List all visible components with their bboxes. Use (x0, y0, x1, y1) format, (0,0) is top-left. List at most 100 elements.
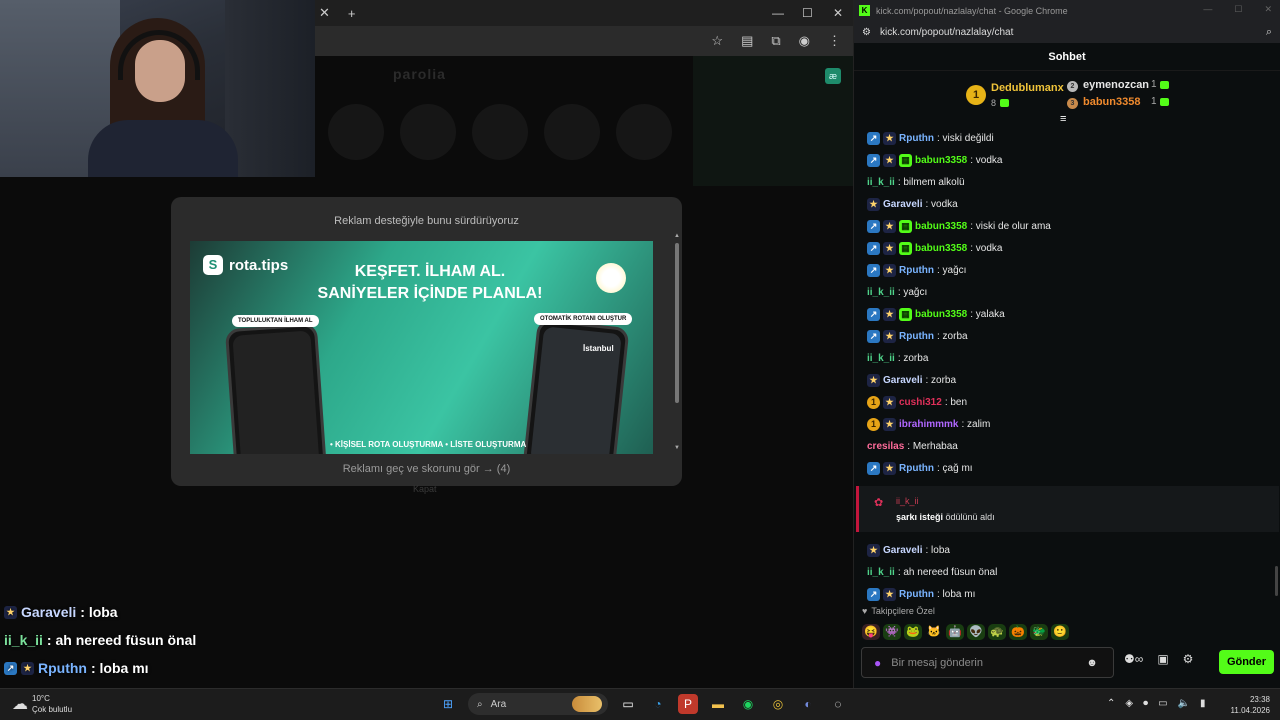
scroll-down-icon[interactable]: ▼ (674, 445, 680, 451)
chat-username[interactable]: babun3358 (915, 243, 967, 254)
emote-icon[interactable]: 🙂 (1051, 624, 1069, 640)
close-window-icon[interactable]: ✕ (833, 6, 843, 20)
chat-username[interactable]: ii_k_ii (4, 632, 43, 648)
message-input[interactable] (891, 656, 1077, 669)
tray-chevron-icon[interactable]: ⌃ (1107, 698, 1115, 709)
gift-box-icon[interactable]: ▣ (1157, 652, 1168, 666)
message-composer[interactable]: ● ☻ (861, 647, 1114, 678)
chat-username[interactable]: ii_k_ii (867, 567, 895, 578)
ad-pill: TOPLULUKTAN İLHAM AL (232, 315, 319, 327)
chat-username[interactable]: Rputhn (899, 589, 934, 600)
emote-icon[interactable]: 👾 (883, 624, 901, 640)
leaderboard-first-name[interactable]: Dedublumanx (991, 82, 1064, 94)
chat-username[interactable]: ibrahimmmk (899, 419, 958, 430)
emote-icon[interactable]: 🐢 (988, 624, 1006, 640)
file-explorer-icon[interactable]: ▬ (708, 694, 728, 714)
extensions-icon[interactable]: ⧉ (771, 33, 780, 49)
emote-icon[interactable]: 👽 (967, 624, 985, 640)
obs-icon[interactable]: ◌ (828, 694, 848, 714)
minimize-icon[interactable]: — (1203, 4, 1212, 15)
emote-icon[interactable]: 🎃 (1009, 624, 1027, 640)
emote-icon[interactable]: 😝 (862, 624, 880, 640)
emote-icon[interactable]: 🤖 (946, 624, 964, 640)
reward-text: şarkı isteği ödülünü aldı (896, 512, 995, 522)
chat-scrollbar[interactable] (1275, 566, 1278, 596)
leaderboard-second-name[interactable]: eymenozcan (1083, 79, 1149, 91)
chat-message: ↗ ★ ▦ babun3358: yalaka (854, 303, 1266, 325)
scroll-up-icon[interactable]: ▲ (674, 233, 680, 239)
maximize-icon[interactable]: ☐ (802, 6, 813, 20)
task-view-icon[interactable]: ▭ (618, 694, 638, 714)
leaderboard-toggle-icon[interactable]: ≡ (1060, 113, 1066, 125)
leaderboard-third-name[interactable]: babun3358 (1083, 96, 1140, 108)
url-bar[interactable]: ⚙ kick.com/popout/nazlalay/chat ⌕ (854, 21, 1280, 43)
discord-icon[interactable]: ◐ (798, 694, 818, 714)
menu-kebab-icon[interactable]: ⋮ (828, 33, 841, 49)
chat-username[interactable]: cresilas (867, 441, 904, 452)
subscriber-star-icon: ★ (883, 461, 896, 475)
channel-points-icon[interactable]: ⚉∞ (1124, 652, 1143, 666)
taskbar-search[interactable]: ⌕ Ara (468, 693, 608, 715)
profile-avatar[interactable]: ◉ (799, 33, 810, 49)
ad-banner[interactable]: S rota.tips KEŞFET. İLHAM AL. SANİYELER … (190, 241, 653, 454)
chat-username[interactable]: Rputhn (899, 331, 934, 342)
chat-username[interactable]: Garaveli (883, 199, 922, 210)
chat-username[interactable]: Rputhn (899, 463, 934, 474)
chat-username[interactable]: Garaveli (883, 375, 922, 386)
chat-username[interactable]: Rputhn (899, 133, 934, 144)
emoji-picker-icon[interactable]: ☻ (1086, 657, 1098, 669)
minimize-icon[interactable]: — (772, 6, 784, 20)
chat-username[interactable]: Rputhn (38, 660, 87, 676)
mic-icon[interactable]: ● (874, 656, 881, 670)
battery-icon[interactable]: ▮ (1200, 698, 1206, 709)
new-tab-icon[interactable]: + (348, 6, 356, 21)
chat-username[interactable]: Garaveli (21, 604, 76, 620)
p-app-icon[interactable]: P (678, 694, 698, 714)
spotify-icon[interactable]: ◉ (738, 694, 758, 714)
chat-settings-gear-icon[interactable]: ⚙ (1183, 652, 1194, 666)
steam-icon[interactable]: ◈ (1125, 698, 1133, 709)
chat-text: : loba mı (937, 588, 976, 600)
emote-icon[interactable]: 🐸 (904, 624, 922, 640)
maximize-icon[interactable]: ☐ (1234, 4, 1242, 15)
close-tab-icon[interactable]: ✕ (319, 5, 330, 21)
windows-start-icon[interactable]: ⊞ (438, 694, 458, 714)
reward-username[interactable]: ii_k_ii (896, 496, 919, 506)
site-settings-icon[interactable]: ⚙ (862, 27, 871, 38)
ad-scrollbar[interactable]: ▲ ▼ (674, 233, 680, 453)
chat-message: ii_k_ii: ah nereed füsun önal (854, 561, 1266, 583)
close-window-icon[interactable]: ✕ (1264, 4, 1272, 15)
chat-username[interactable]: ii_k_ii (867, 177, 895, 188)
send-button[interactable]: Gönder (1219, 650, 1274, 674)
emote-icon[interactable]: 🐱 (925, 624, 943, 640)
chat-username[interactable]: cushi312 (899, 397, 942, 408)
chat-username[interactable]: ii_k_ii (867, 287, 895, 298)
scroll-thumb[interactable] (675, 243, 679, 403)
chat-username[interactable]: babun3358 (915, 309, 967, 320)
chrome-icon[interactable]: ◎ (768, 694, 788, 714)
microphone-icon[interactable]: ⏺ (1143, 698, 1148, 709)
clock[interactable]: 23:38 11.04.2026 (1226, 694, 1270, 716)
display-icon[interactable]: ▭ (1158, 698, 1167, 709)
close-link[interactable]: Kapat (413, 484, 437, 494)
chat-username[interactable]: ii_k_ii (867, 353, 895, 364)
emote-icon[interactable]: 🐲 (1030, 624, 1048, 640)
edge-icon[interactable]: ◔ (648, 694, 668, 714)
left-browser-chrome: ✕ + — ☐ ✕ ☆ ▤ ⧉ ◉ ⋮ (315, 0, 853, 56)
chat-username[interactable]: babun3358 (915, 221, 967, 232)
weather-widget[interactable]: ☁ 10°C Çok bulutlu (12, 693, 72, 715)
skip-ad-link[interactable]: Reklamı geç ve skorunu gör → (4) (171, 463, 682, 475)
bookmark-star-icon[interactable]: ☆ (711, 33, 723, 49)
chat-popout-window: K kick.com/popout/nazlalay/chat - Google… (853, 0, 1280, 688)
chat-username[interactable]: Rputhn (899, 265, 934, 276)
subscriber-star-icon: ★ (4, 605, 17, 619)
moon-graphic (596, 263, 626, 293)
chat-username[interactable]: Garaveli (883, 545, 922, 556)
chat-text: : zalim (961, 418, 991, 430)
volume-icon[interactable]: 🔈 (1178, 698, 1190, 709)
extension-badge[interactable]: æ (825, 68, 841, 84)
address-bar[interactable]: ☆ ▤ ⧉ ◉ ⋮ (315, 26, 853, 56)
reader-icon[interactable]: ▤ (741, 33, 753, 49)
chat-username[interactable]: babun3358 (915, 155, 967, 166)
zoom-icon[interactable]: ⌕ (1266, 26, 1272, 39)
